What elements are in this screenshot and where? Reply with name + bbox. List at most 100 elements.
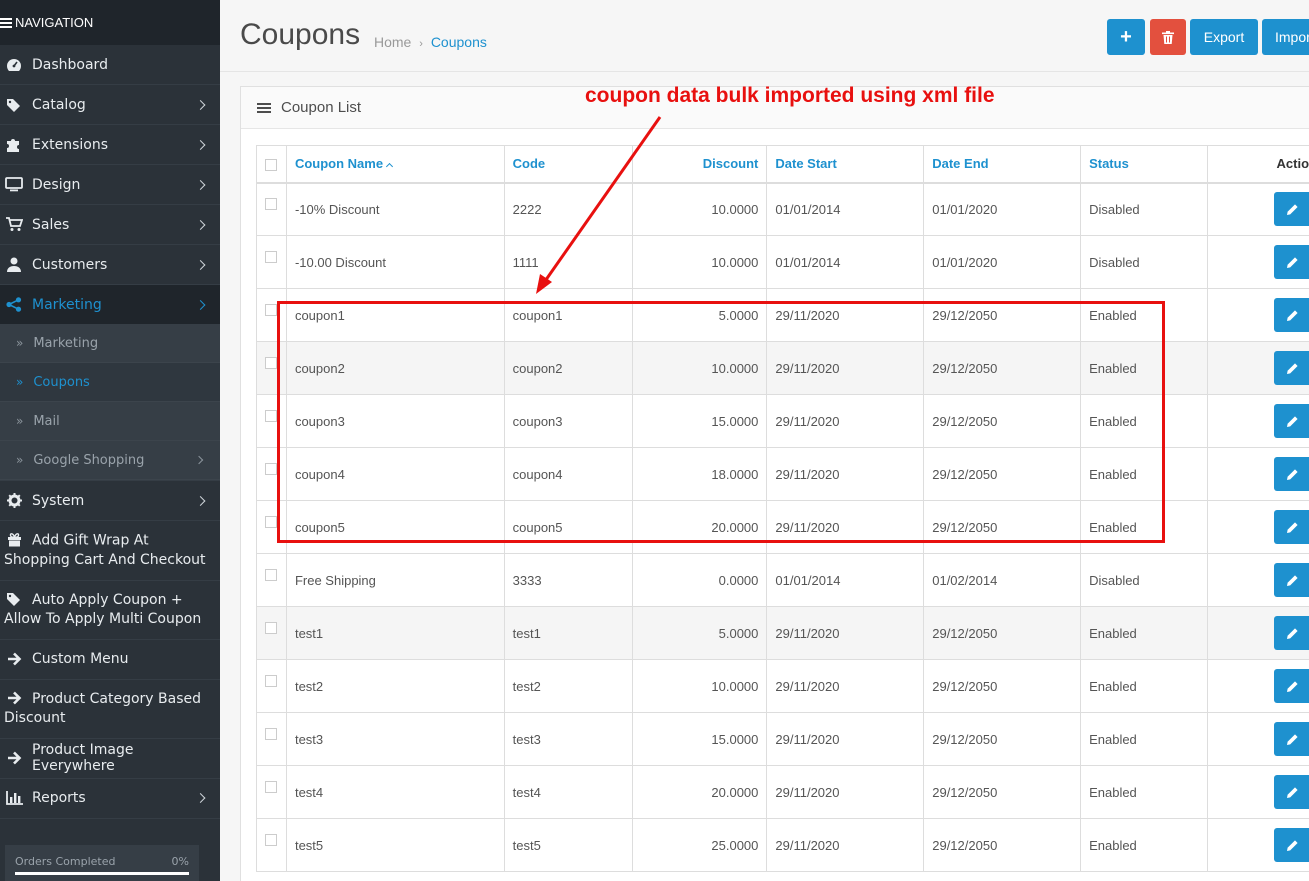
submenu-item-marketing[interactable]: » Marketing [0, 324, 220, 363]
sidebar-item-dashboard[interactable]: Dashboard [0, 45, 220, 84]
row-checkbox[interactable] [265, 304, 278, 317]
row-select-cell[interactable] [256, 288, 287, 342]
sidebar-item-product-category-discount[interactable]: Product Category Based Discount [0, 680, 220, 738]
row-select-cell[interactable] [256, 818, 287, 872]
row-checkbox[interactable] [265, 357, 278, 370]
sidebar-item-marketing[interactable]: Marketing [0, 285, 220, 324]
row-checkbox[interactable] [265, 410, 278, 423]
row-select-cell[interactable] [256, 659, 287, 713]
edit-button[interactable] [1273, 298, 1309, 332]
submenu-item-coupons[interactable]: » Coupons [0, 363, 220, 402]
puzzle-icon [4, 137, 24, 153]
row-checkbox[interactable] [265, 516, 278, 529]
double-chevron-icon: » [16, 375, 24, 389]
edit-button[interactable] [1273, 669, 1309, 703]
pencil-icon [1287, 309, 1299, 321]
row-select-cell[interactable] [256, 394, 287, 448]
export-button[interactable]: Export [1190, 19, 1258, 55]
row-checkbox[interactable] [265, 675, 278, 688]
sidebar-item-extensions[interactable]: Extensions [0, 125, 220, 164]
sidebar-item-customers[interactable]: Customers [0, 245, 220, 284]
row-select-cell[interactable] [256, 553, 287, 607]
orders-progress: Orders Completed 0% [5, 845, 199, 881]
date-start-cell: 01/01/2014 [766, 553, 925, 607]
sidebar-item-auto-apply-coupon[interactable]: Auto Apply Coupon + Allow To Apply Multi… [0, 581, 220, 639]
delete-button[interactable] [1150, 19, 1186, 55]
row-select-cell[interactable] [256, 606, 287, 660]
date-start-cell: 29/11/2020 [766, 712, 925, 766]
import-button[interactable]: Import [1262, 19, 1309, 55]
action-cell [1206, 765, 1309, 819]
select-all-cell[interactable] [256, 145, 287, 184]
row-checkbox[interactable] [265, 622, 278, 635]
annotation-text: coupon data bulk imported using xml file [585, 84, 995, 107]
date-end-cell: 29/12/2050 [923, 500, 1082, 554]
sidebar-item-catalog[interactable]: Catalog [0, 85, 220, 124]
sidebar-item-gift-wrap[interactable]: Add Gift Wrap At Shopping Cart And Check… [0, 521, 220, 580]
submenu-item-mail[interactable]: » Mail [0, 402, 220, 441]
edit-button[interactable] [1273, 192, 1309, 227]
row-checkbox[interactable] [265, 251, 278, 264]
date-end-cell: 01/01/2020 [923, 235, 1082, 289]
column-header-status[interactable]: Status [1080, 145, 1208, 184]
list-icon [257, 101, 271, 115]
column-header-date-end[interactable]: Date End [923, 145, 1082, 184]
edit-button[interactable] [1273, 245, 1309, 279]
edit-button[interactable] [1273, 563, 1309, 597]
dashboard-icon [4, 57, 24, 73]
edit-button[interactable] [1273, 828, 1309, 862]
row-checkbox[interactable] [265, 781, 278, 794]
date-start-cell: 29/11/2020 [766, 447, 925, 501]
code-cell: coupon1 [503, 288, 633, 342]
column-header-name[interactable]: Coupon Name [285, 145, 505, 184]
column-header-date-start[interactable]: Date Start [766, 145, 925, 184]
chevron-right-icon [195, 495, 206, 506]
row-select-cell[interactable] [256, 447, 287, 501]
edit-button[interactable] [1273, 457, 1309, 491]
row-select-cell[interactable] [256, 182, 287, 236]
edit-button[interactable] [1273, 510, 1309, 544]
row-checkbox[interactable] [265, 569, 278, 582]
sidebar-item-product-image-everywhere[interactable]: Product Image Everywhere [0, 739, 220, 778]
edit-button[interactable] [1273, 616, 1309, 650]
sidebar-item-sales[interactable]: Sales [0, 205, 220, 244]
row-select-cell[interactable] [256, 341, 287, 395]
row-select-cell[interactable] [256, 765, 287, 819]
sidebar-item-system[interactable]: System [0, 481, 220, 520]
edit-button[interactable] [1273, 404, 1309, 438]
row-select-cell[interactable] [256, 500, 287, 554]
sidebar-item-design[interactable]: Design [0, 165, 220, 204]
row-select-cell[interactable] [256, 235, 287, 289]
discount-cell: 10.0000 [631, 235, 768, 289]
breadcrumb-home[interactable]: Home [374, 34, 411, 50]
edit-button[interactable] [1273, 722, 1309, 756]
sidebar-item-custom-menu[interactable]: Custom Menu [0, 640, 220, 679]
row-checkbox[interactable] [265, 834, 278, 847]
table-body: -10% Discount 2222 10.0000 01/01/2014 01/01/… [256, 182, 1309, 872]
submenu-item-google-shopping[interactable]: » Google Shopping [0, 441, 220, 480]
edit-button[interactable] [1273, 775, 1309, 809]
row-select-cell[interactable] [256, 712, 287, 766]
sidebar-item-reports[interactable]: Reports [0, 779, 220, 818]
action-cell [1206, 182, 1309, 236]
date-start-cell: 29/11/2020 [766, 341, 925, 395]
row-checkbox[interactable] [265, 728, 278, 741]
breadcrumb-current[interactable]: Coupons [431, 34, 487, 50]
column-header-code[interactable]: Code [503, 145, 633, 184]
nav-header[interactable]: NAVIGATION [0, 0, 220, 45]
code-cell: coupon5 [503, 500, 633, 554]
table-row: coupon2 coupon2 10.0000 29/11/2020 29/12/205… [256, 341, 1309, 395]
row-checkbox[interactable] [265, 463, 278, 476]
select-all-checkbox[interactable] [265, 158, 278, 171]
table-row: coupon4 coupon4 18.0000 29/11/2020 29/12/205… [256, 447, 1309, 501]
row-checkbox[interactable] [265, 198, 278, 211]
discount-cell: 15.0000 [631, 712, 768, 766]
status-cell: Disabled [1080, 553, 1208, 607]
status-cell: Enabled [1080, 818, 1208, 872]
column-header-discount[interactable]: Discount [631, 145, 768, 184]
breadcrumb-separator: › [419, 38, 423, 50]
date-start-cell: 29/11/2020 [766, 394, 925, 448]
date-end-cell: 01/01/2020 [923, 182, 1082, 236]
add-button[interactable]: + [1107, 19, 1145, 55]
edit-button[interactable] [1273, 351, 1309, 385]
